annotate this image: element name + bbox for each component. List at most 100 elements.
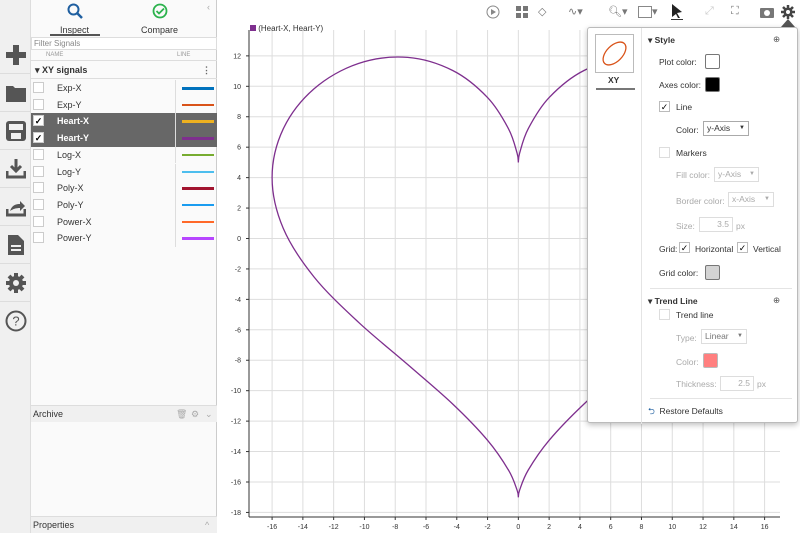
trash-icon[interactable]: 🗑 <box>176 406 187 423</box>
more-options-icon[interactable]: ⋮ <box>202 61 211 79</box>
signal-row[interactable]: Poly-Y <box>31 196 217 214</box>
trend-line-checkbox[interactable] <box>659 309 670 320</box>
grid-vertical-checkbox[interactable]: ✓ <box>737 242 748 253</box>
axes-color-swatch[interactable] <box>705 77 720 92</box>
gear-icon[interactable]: ⚙ <box>191 406 199 423</box>
share-icon[interactable] <box>0 188 31 226</box>
grid-color-swatch[interactable] <box>705 265 720 280</box>
y-tick-label: 0 <box>237 236 241 243</box>
signal-icon[interactable]: ∿▾ <box>568 3 583 20</box>
tab-label: Compare <box>140 25 178 35</box>
save-icon[interactable] <box>0 112 31 150</box>
trend-section-header[interactable]: ▾ Trend Line <box>648 296 698 307</box>
collapse-icon[interactable]: ‹ <box>207 2 210 12</box>
filter-signals-input[interactable]: Filter Signals <box>31 37 217 50</box>
x-tick-label: 8 <box>640 524 644 531</box>
y-tick-label: -6 <box>235 327 241 334</box>
signal-checkbox[interactable]: ✓ <box>33 115 44 127</box>
fit-icon[interactable]: ▾ <box>638 3 658 20</box>
signal-checkbox[interactable] <box>33 165 44 177</box>
y-tick-label: 10 <box>233 84 241 91</box>
signal-group[interactable]: ▾ XY signals ⋮ <box>31 61 217 79</box>
cursor-icon[interactable] <box>671 3 683 20</box>
layout-icon[interactable] <box>516 3 528 20</box>
trend-type-dropdown[interactable]: Linear ▼ <box>701 329 747 344</box>
signal-row[interactable]: Log-Y <box>31 163 217 181</box>
signal-row[interactable]: Power-X <box>31 213 217 231</box>
signal-line-swatch[interactable] <box>182 87 214 90</box>
line-color-dropdown[interactable]: y-Axis ▼ <box>703 121 749 136</box>
plot-color-swatch[interactable] <box>705 54 720 69</box>
chevron-down-icon[interactable]: ⌄ <box>205 406 213 423</box>
xy-plot-type-thumb[interactable] <box>595 34 634 73</box>
signal-line-swatch[interactable] <box>182 153 214 157</box>
signal-line-swatch[interactable] <box>182 220 214 224</box>
chevron-up-icon[interactable]: ^ <box>205 517 209 534</box>
line-checkbox[interactable]: ✓ <box>659 101 670 112</box>
restore-defaults-button[interactable]: ⮌ Restore Defaults <box>648 406 723 420</box>
download-icon[interactable] <box>0 150 31 188</box>
properties-section[interactable]: Properties ^ <box>31 516 217 533</box>
signal-line-swatch[interactable] <box>182 170 214 173</box>
signal-checkbox[interactable] <box>33 98 44 110</box>
signal-checkbox[interactable]: ✓ <box>33 132 44 144</box>
play-icon[interactable] <box>486 3 500 20</box>
signal-row[interactable]: Log-X <box>31 146 217 164</box>
signal-checkbox[interactable] <box>33 198 44 210</box>
border-color-label: Border color: <box>676 196 725 206</box>
signal-checkbox[interactable] <box>33 82 44 93</box>
x-tick-label: -12 <box>329 524 339 531</box>
xy-tab-label[interactable]: XY <box>608 75 619 85</box>
name-column-header[interactable]: NAME <box>46 52 63 58</box>
signal-line-swatch[interactable] <box>182 237 214 240</box>
help-icon[interactable]: ? <box>0 302 31 340</box>
markers-checkbox[interactable] <box>659 147 670 158</box>
eraser-icon[interactable]: ◇ <box>538 3 546 20</box>
signal-row[interactable]: Power-Y <box>31 230 217 247</box>
fullscreen-icon[interactable]: ⛶ <box>731 3 739 20</box>
fill-color-value: y-Axis <box>718 169 742 179</box>
thickness-input[interactable]: 2.5 <box>720 376 754 391</box>
tab-compare[interactable]: Compare <box>122 0 197 36</box>
signal-row[interactable]: ✓ Heart-Y <box>31 130 217 147</box>
plus-icon[interactable] <box>0 36 31 74</box>
grid-horizontal-checkbox[interactable]: ✓ <box>679 242 690 253</box>
signal-checkbox[interactable] <box>33 215 44 227</box>
zoom-icon[interactable]: 🔍︎▾ <box>608 3 628 20</box>
tab-inspect[interactable]: Inspect <box>37 0 112 36</box>
signal-line-swatch[interactable] <box>182 137 214 140</box>
fill-color-dropdown[interactable]: y-Axis ▼ <box>714 167 759 182</box>
signal-row[interactable]: Exp-X <box>31 80 217 97</box>
archive-section[interactable]: Archive 🗑 ⚙ ⌄ <box>31 405 217 422</box>
border-color-dropdown[interactable]: x-Axis ▼ <box>728 192 774 207</box>
grid-label: Grid: <box>659 244 678 254</box>
signal-checkbox[interactable] <box>33 182 44 194</box>
size-input[interactable]: 3.5 <box>699 217 733 232</box>
expand-icon[interactable]: ⤢ <box>705 3 714 20</box>
signal-line-swatch[interactable] <box>182 120 214 123</box>
signal-row[interactable]: ✓ Heart-X <box>31 113 217 131</box>
link-icon[interactable]: ⊕ <box>773 295 780 306</box>
signal-line-swatch[interactable] <box>182 203 214 207</box>
gear-icon[interactable] <box>0 264 31 302</box>
y-tick-label: -18 <box>231 510 241 517</box>
signal-checkbox[interactable] <box>33 232 44 244</box>
trend-color-swatch[interactable] <box>703 353 718 368</box>
signal-row[interactable]: Poly-X <box>31 180 217 197</box>
line-column-header[interactable]: LINE <box>177 52 190 58</box>
folder-icon[interactable] <box>0 74 31 112</box>
signal-row[interactable]: Exp-Y <box>31 96 217 114</box>
signal-line-swatch[interactable] <box>182 103 214 107</box>
style-section-header[interactable]: ▾ Style <box>648 35 675 46</box>
grid-color-label: Grid color: <box>659 268 699 278</box>
x-tick-label: 0 <box>516 524 520 531</box>
camera-icon[interactable] <box>760 3 774 20</box>
y-tick-label: -12 <box>231 419 241 426</box>
link-icon[interactable]: ⊕ <box>773 34 780 45</box>
settings-icon[interactable] <box>781 3 795 20</box>
signal-line-swatch[interactable] <box>182 187 214 190</box>
group-label: XY signals <box>42 65 88 75</box>
y-tick-label: -4 <box>235 297 241 304</box>
document-icon[interactable] <box>0 226 31 264</box>
signal-checkbox[interactable] <box>33 148 44 160</box>
